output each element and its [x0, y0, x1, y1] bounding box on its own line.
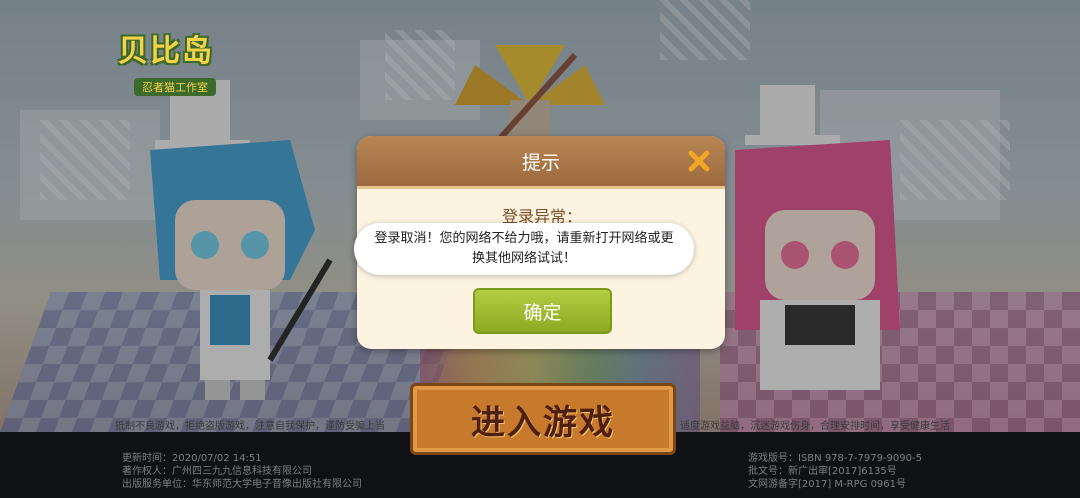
footer-publisher: 出版服务单位：华东师范大学电子音像出版社有限公司 — [122, 479, 362, 490]
footer-record: 文网游备字[2017] M-RPG 0961号 — [748, 479, 907, 490]
game-logo: 贝比岛 忍者猫工作室 — [112, 22, 262, 100]
enter-game-button[interactable]: 进入游戏 — [410, 383, 676, 455]
toast-message: 登录取消！您的网络不给力哦，请重新打开网络或更换其他网络试试！ — [354, 223, 694, 275]
confirm-label: 确定 — [523, 301, 562, 324]
confirm-button[interactable]: 确定 — [473, 288, 612, 334]
dialog-title: 提示 — [521, 152, 560, 174]
close-icon[interactable] — [687, 149, 711, 173]
toast-text: 登录取消！您的网络不给力哦，请重新打开网络或更换其他网络试试！ — [374, 231, 674, 266]
notice-right: 适度游戏益脑，沉迷游戏伤身，合理安排时间，享受健康生活 — [680, 421, 950, 432]
enter-game-label: 进入游戏 — [471, 402, 615, 443]
logo-subtitle: 忍者猫工作室 — [134, 78, 216, 96]
notice-left: 抵制不良游戏，拒绝盗版游戏，注意自我保护，谨防受骗上当 — [115, 421, 385, 432]
logo-title: 贝比岛 — [118, 34, 214, 69]
dialog-header: 提示 — [357, 136, 725, 189]
